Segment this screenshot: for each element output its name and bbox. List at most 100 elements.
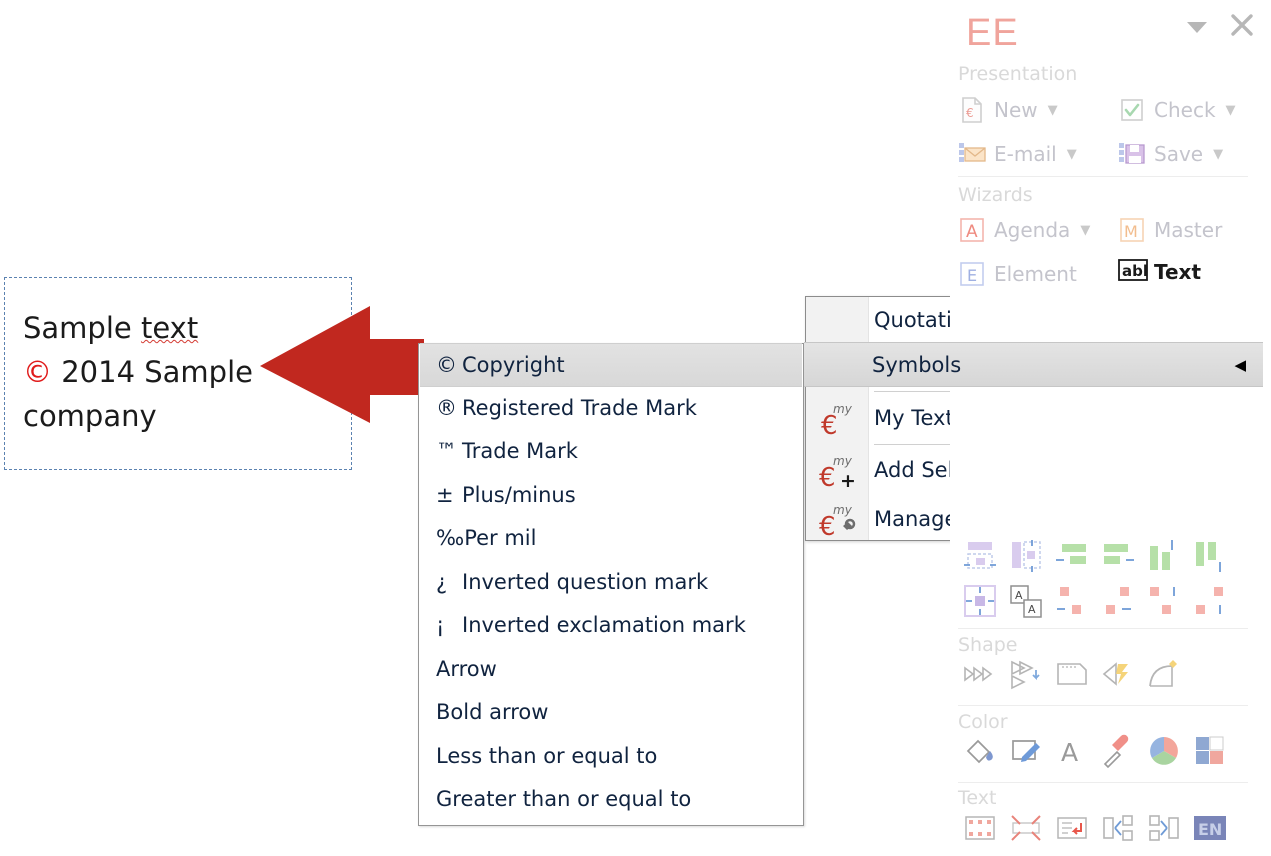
symbols-menu-item-label: Per mil bbox=[464, 526, 537, 550]
toolbar-button-text[interactable]: abl Text bbox=[1118, 258, 1201, 286]
symbols-menu-item-copyright[interactable]: © Copyright bbox=[420, 343, 802, 387]
toolbar-divider bbox=[958, 705, 1248, 706]
context-menu-item-label: Symbols bbox=[872, 352, 962, 377]
close-icon[interactable] bbox=[1229, 12, 1255, 43]
symbols-dropdown-menu[interactable]: © Copyright ® Registered Trade Mark ™ Trade… bbox=[418, 343, 804, 826]
symbols-menu-item-label: Greater than or equal to bbox=[436, 787, 692, 811]
align-bottom-icon[interactable] bbox=[962, 538, 998, 574]
color-wheel-icon[interactable] bbox=[1146, 733, 1182, 769]
text-wrap-icon[interactable] bbox=[1054, 810, 1090, 846]
master-m-icon: M bbox=[1118, 216, 1146, 244]
toolbar-button-label: Agenda bbox=[994, 218, 1071, 242]
group-label-shape: Shape bbox=[958, 634, 1018, 656]
toolbar-button-label: Text bbox=[1154, 260, 1202, 284]
symbols-menu-item-label: Bold arrow bbox=[436, 700, 549, 724]
chevron-down-icon[interactable]: ▼ bbox=[1048, 103, 1058, 118]
red-left-arrow[interactable] bbox=[260, 303, 424, 423]
symbols-menu-item-inverted-question-mark[interactable]: ¿ Inverted question mark bbox=[419, 561, 803, 605]
svg-text:€: € bbox=[819, 512, 836, 539]
edit-pen-icon[interactable] bbox=[1008, 733, 1044, 769]
svg-text:E: E bbox=[967, 266, 977, 285]
registered-glyph-icon: ® bbox=[436, 395, 457, 420]
symbols-menu-item-registered-trade-mark[interactable]: ® Registered Trade Mark bbox=[419, 387, 803, 431]
move-right-red-icon[interactable] bbox=[1100, 583, 1136, 619]
svg-text:A: A bbox=[1061, 738, 1078, 767]
toolbar-button-master[interactable]: M Master bbox=[1118, 216, 1222, 244]
symbols-menu-item-label: Plus/minus bbox=[462, 482, 576, 507]
chevron-down-icon[interactable]: ▼ bbox=[1213, 147, 1223, 162]
chevron-down-icon[interactable]: ▼ bbox=[1080, 223, 1090, 238]
eyedropper-icon[interactable] bbox=[1100, 733, 1136, 769]
agenda-a-icon: A bbox=[958, 216, 986, 244]
chevron-down-icon[interactable]: ▼ bbox=[1226, 103, 1236, 118]
toolbar-button-label: Save bbox=[1154, 142, 1204, 166]
svg-text:my: my bbox=[833, 454, 853, 468]
shape-style-icon[interactable] bbox=[1054, 656, 1090, 692]
symbols-menu-item-label: Inverted question mark bbox=[462, 569, 709, 594]
toolbar-button-email[interactable]: E-mail ▼ bbox=[958, 140, 1077, 168]
color-icons-row: A bbox=[962, 733, 1228, 769]
inverted-question-glyph-icon: ¿ bbox=[436, 569, 448, 594]
language-en-icon[interactable]: EN bbox=[1192, 810, 1228, 846]
svg-text:M: M bbox=[1124, 222, 1138, 241]
new-document-icon: € bbox=[958, 96, 986, 124]
align-middle-vertical-icon[interactable] bbox=[1008, 538, 1044, 574]
toolbar-button-label: E-mail bbox=[994, 142, 1057, 166]
symbols-menu-item-greater-than-or-equal-to[interactable]: Greater than or equal to bbox=[419, 778, 803, 822]
trademark-glyph-icon: ™ bbox=[436, 439, 457, 463]
text-split-icon[interactable] bbox=[1100, 810, 1136, 846]
subtract-shapes-icon[interactable] bbox=[1008, 656, 1044, 692]
align-left-green-icon[interactable] bbox=[1054, 538, 1090, 574]
toolbar-divider bbox=[958, 628, 1248, 629]
align-icons-row-2: A A bbox=[962, 583, 1228, 619]
symbols-menu-item-per-mil[interactable]: ‰Per mil bbox=[419, 517, 803, 561]
svg-text:€: € bbox=[821, 411, 838, 438]
toolbar-button-save[interactable]: Save ▼ bbox=[1118, 140, 1223, 168]
collapse-icon[interactable] bbox=[1185, 20, 1209, 39]
symbols-menu-item-plus-minus[interactable]: ± Plus/minus bbox=[419, 474, 803, 518]
move-left-red-icon[interactable] bbox=[1054, 583, 1090, 619]
move-up-red-icon[interactable] bbox=[1146, 583, 1182, 619]
symbols-menu-item-bold-arrow[interactable]: Bold arrow bbox=[419, 691, 803, 735]
fill-bucket-icon[interactable] bbox=[962, 733, 998, 769]
svg-text:A: A bbox=[1015, 589, 1023, 602]
color-swap-icon[interactable] bbox=[1192, 733, 1228, 769]
expand-all-icon[interactable] bbox=[962, 583, 998, 619]
right-toolbar-panel: EE Presentation € New ▼ Check ▼ E-mail ▼… bbox=[950, 0, 1271, 856]
svg-text:+: + bbox=[840, 470, 856, 490]
symbols-menu-item-arrow[interactable]: Arrow bbox=[419, 648, 803, 692]
toolbar-button-element[interactable]: E Element bbox=[958, 260, 1077, 288]
shape-icons-row bbox=[962, 656, 1182, 692]
app-window: Sample text © 2014 Sample company © Copyr… bbox=[0, 0, 1271, 856]
svg-text:A: A bbox=[966, 222, 978, 242]
symbols-menu-item-label: Inverted exclamation mark bbox=[462, 613, 746, 637]
toolbar-button-new[interactable]: € New ▼ bbox=[958, 96, 1058, 124]
copyright-symbol: © bbox=[23, 355, 52, 389]
font-color-icon[interactable]: A bbox=[1054, 733, 1090, 769]
move-down-red-icon[interactable] bbox=[1192, 583, 1228, 619]
fragment-shape-icon[interactable] bbox=[1100, 656, 1136, 692]
toolbar-button-check[interactable]: Check ▼ bbox=[1118, 96, 1236, 124]
chevron-down-icon[interactable]: ▼ bbox=[1067, 147, 1077, 162]
text-fit-icon[interactable] bbox=[1008, 810, 1044, 846]
symbols-menu-item-label: Less than or equal to bbox=[436, 743, 658, 768]
text-frame-icon[interactable] bbox=[962, 810, 998, 846]
symbols-menu-item-trade-mark[interactable]: ™ Trade Mark bbox=[419, 430, 803, 474]
swap-objects-icon[interactable]: A A bbox=[1008, 583, 1044, 619]
group-label-text: Text bbox=[958, 787, 997, 809]
align-icons-row-1 bbox=[962, 538, 1228, 574]
merge-shapes-icon[interactable] bbox=[962, 656, 998, 692]
distribute-vertical-green-icon[interactable] bbox=[1192, 538, 1228, 574]
toolbar-button-agenda[interactable]: A Agenda ▼ bbox=[958, 216, 1090, 244]
svg-text:abl: abl bbox=[1122, 262, 1148, 280]
symbols-menu-item-inverted-exclamation-mark[interactable]: ¡ Inverted exclamation mark bbox=[419, 604, 803, 648]
align-top-green-icon[interactable] bbox=[1146, 538, 1182, 574]
svg-text:€: € bbox=[966, 106, 974, 120]
plus-minus-glyph-icon: ± bbox=[436, 482, 454, 507]
context-menu-item-symbols[interactable]: Symbols ◀ bbox=[804, 342, 1263, 387]
align-right-green-icon[interactable] bbox=[1100, 538, 1136, 574]
curve-shape-icon[interactable] bbox=[1146, 656, 1182, 692]
text-merge-icon[interactable] bbox=[1146, 810, 1182, 846]
symbols-menu-item-less-than-or-equal-to[interactable]: Less than or equal to bbox=[419, 735, 803, 779]
toolbar-button-label: Master bbox=[1154, 218, 1223, 242]
